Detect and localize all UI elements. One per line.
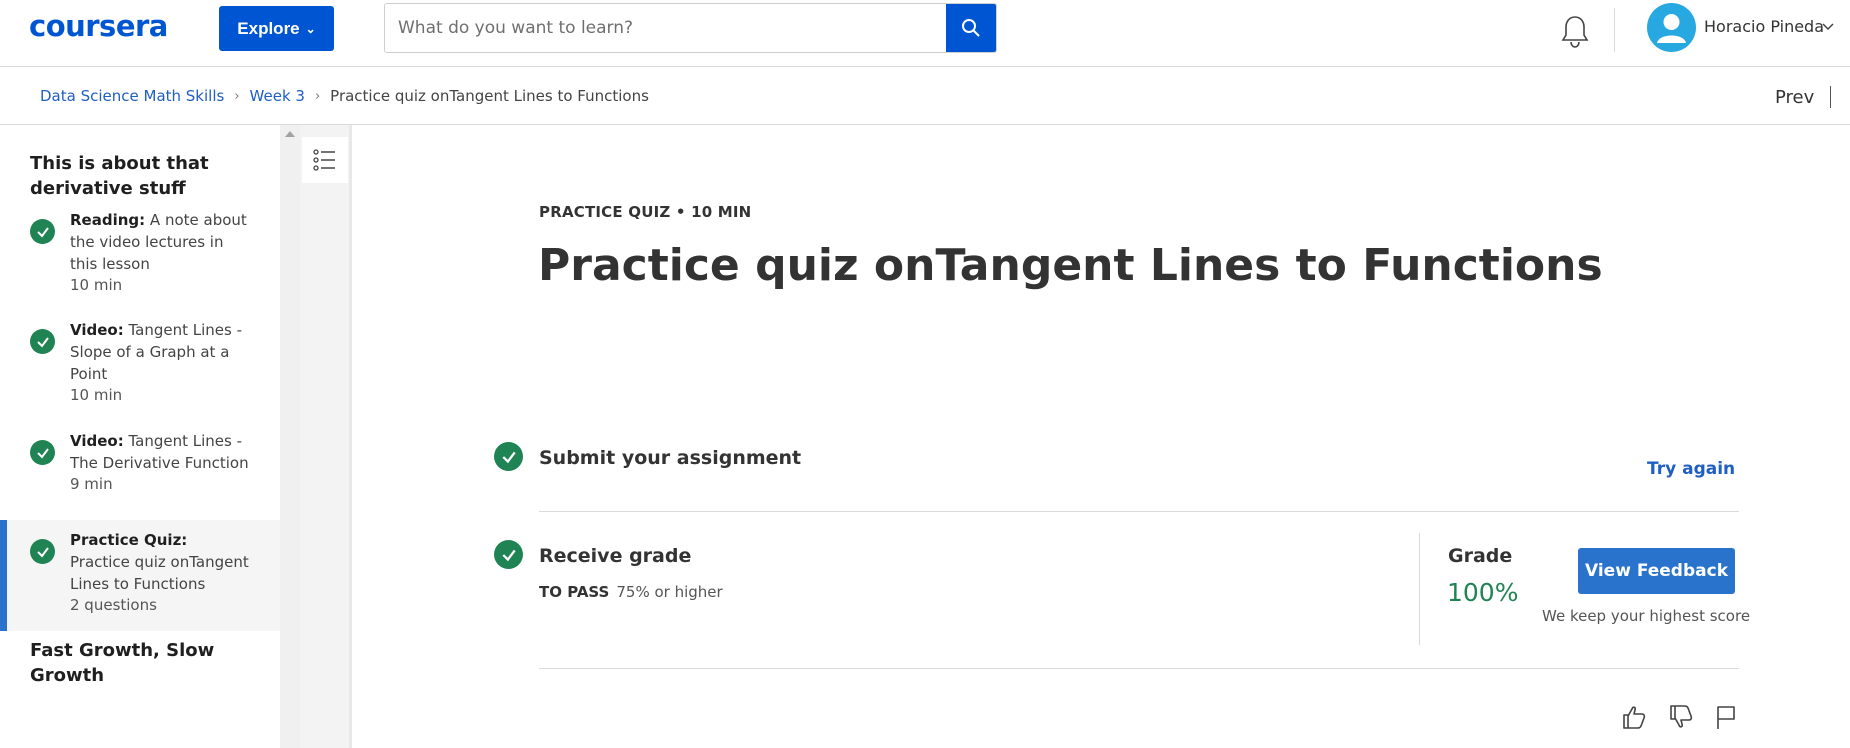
check-icon [30, 329, 55, 354]
breadcrumb: Data Science Math Skills › Week 3 › Prac… [40, 87, 649, 105]
top-navigation: coursera Explore ⌄ Horacio Pineda [0, 0, 1850, 67]
view-feedback-button[interactable]: View Feedback [1578, 548, 1735, 594]
thumbs-down-icon[interactable] [1667, 703, 1695, 731]
check-icon [494, 442, 523, 471]
sidebar-item-duration: 10 min [70, 276, 123, 294]
sidebar-item-duration: 10 min [70, 386, 123, 404]
sidebar-item-label: Video: Tangent Lines - Slope of a Graph … [70, 321, 243, 383]
toc-toggle-button[interactable] [302, 137, 348, 183]
highest-score-note: We keep your highest score [1542, 607, 1751, 625]
section-title[interactable]: Fast Growth, Slow Growth [30, 638, 250, 688]
sidebar-scrollbar[interactable] [280, 125, 300, 748]
sidebar-item-duration: 9 min [70, 475, 113, 493]
divider [539, 668, 1739, 669]
course-sidebar: This is about that derivative stuff Read… [0, 125, 280, 748]
breadcrumb-week[interactable]: Week 3 [250, 87, 305, 105]
breadcrumb-current: Practice quiz onTangent Lines to Functio… [330, 87, 649, 105]
user-name[interactable]: Horacio Pineda [1704, 17, 1824, 36]
chevron-right-icon: › [314, 88, 321, 104]
sidebar-item-label: Practice Quiz: Practice quiz onTangent L… [70, 531, 249, 593]
item-meta: PRACTICE QUIZ • 10 MIN [539, 203, 752, 221]
list-icon [313, 149, 335, 171]
page-title: Practice quiz onTangent Lines to Functio… [538, 240, 1603, 291]
prev-button[interactable]: Prev [1775, 87, 1814, 108]
sidebar-item-reading[interactable]: Reading: A note about the video lectures… [0, 209, 280, 309]
sidebar-item-video[interactable]: Video: Tangent Lines - The Derivative Fu… [0, 430, 280, 510]
chevron-down-icon[interactable] [1820, 18, 1836, 34]
sidebar-item-video[interactable]: Video: Tangent Lines - Slope of a Graph … [0, 319, 280, 419]
try-again-link[interactable]: Try again [1647, 459, 1735, 479]
check-icon [30, 440, 55, 465]
search-button[interactable] [946, 4, 996, 52]
divider [1830, 86, 1831, 108]
breadcrumb-bar: Data Science Math Skills › Week 3 › Prac… [0, 67, 1850, 125]
user-avatar-icon[interactable] [1647, 3, 1696, 52]
grade-value: 100% [1447, 578, 1519, 607]
check-icon [494, 540, 523, 569]
section-title[interactable]: This is about that derivative stuff [30, 151, 250, 201]
divider [1614, 8, 1615, 52]
breadcrumb-course[interactable]: Data Science Math Skills [40, 87, 224, 105]
check-icon [30, 539, 55, 564]
explore-label: Explore [237, 18, 300, 38]
explore-button[interactable]: Explore ⌄ [219, 6, 334, 51]
bell-icon[interactable] [1559, 13, 1591, 49]
check-icon [30, 219, 55, 244]
flag-icon[interactable] [1712, 703, 1740, 731]
sidebar-item-label: Video: Tangent Lines - The Derivative Fu… [70, 432, 249, 472]
search-icon [962, 19, 980, 37]
thumbs-up-icon[interactable] [1620, 703, 1648, 731]
divider [539, 511, 1739, 512]
coursera-logo[interactable]: coursera [29, 9, 168, 43]
receive-grade-label: Receive grade [539, 545, 692, 567]
chevron-right-icon: › [234, 88, 240, 104]
chevron-down-icon: ⌄ [305, 21, 316, 36]
scroll-up-icon[interactable] [285, 131, 295, 137]
divider [1419, 533, 1420, 645]
search-input[interactable] [385, 4, 947, 52]
sidebar-item-label: Reading: A note about the video lectures… [70, 211, 247, 273]
sidebar-item-duration: 2 questions [70, 596, 157, 614]
sidebar-item-practice-quiz[interactable]: Practice Quiz: Practice quiz onTangent L… [0, 520, 280, 631]
to-pass-requirement: TO PASS 75% or higher [539, 583, 723, 601]
submit-assignment-label: Submit your assignment [539, 447, 802, 469]
toc-column [300, 125, 352, 748]
grade-label: Grade [1448, 545, 1513, 567]
search-bar [384, 3, 997, 53]
